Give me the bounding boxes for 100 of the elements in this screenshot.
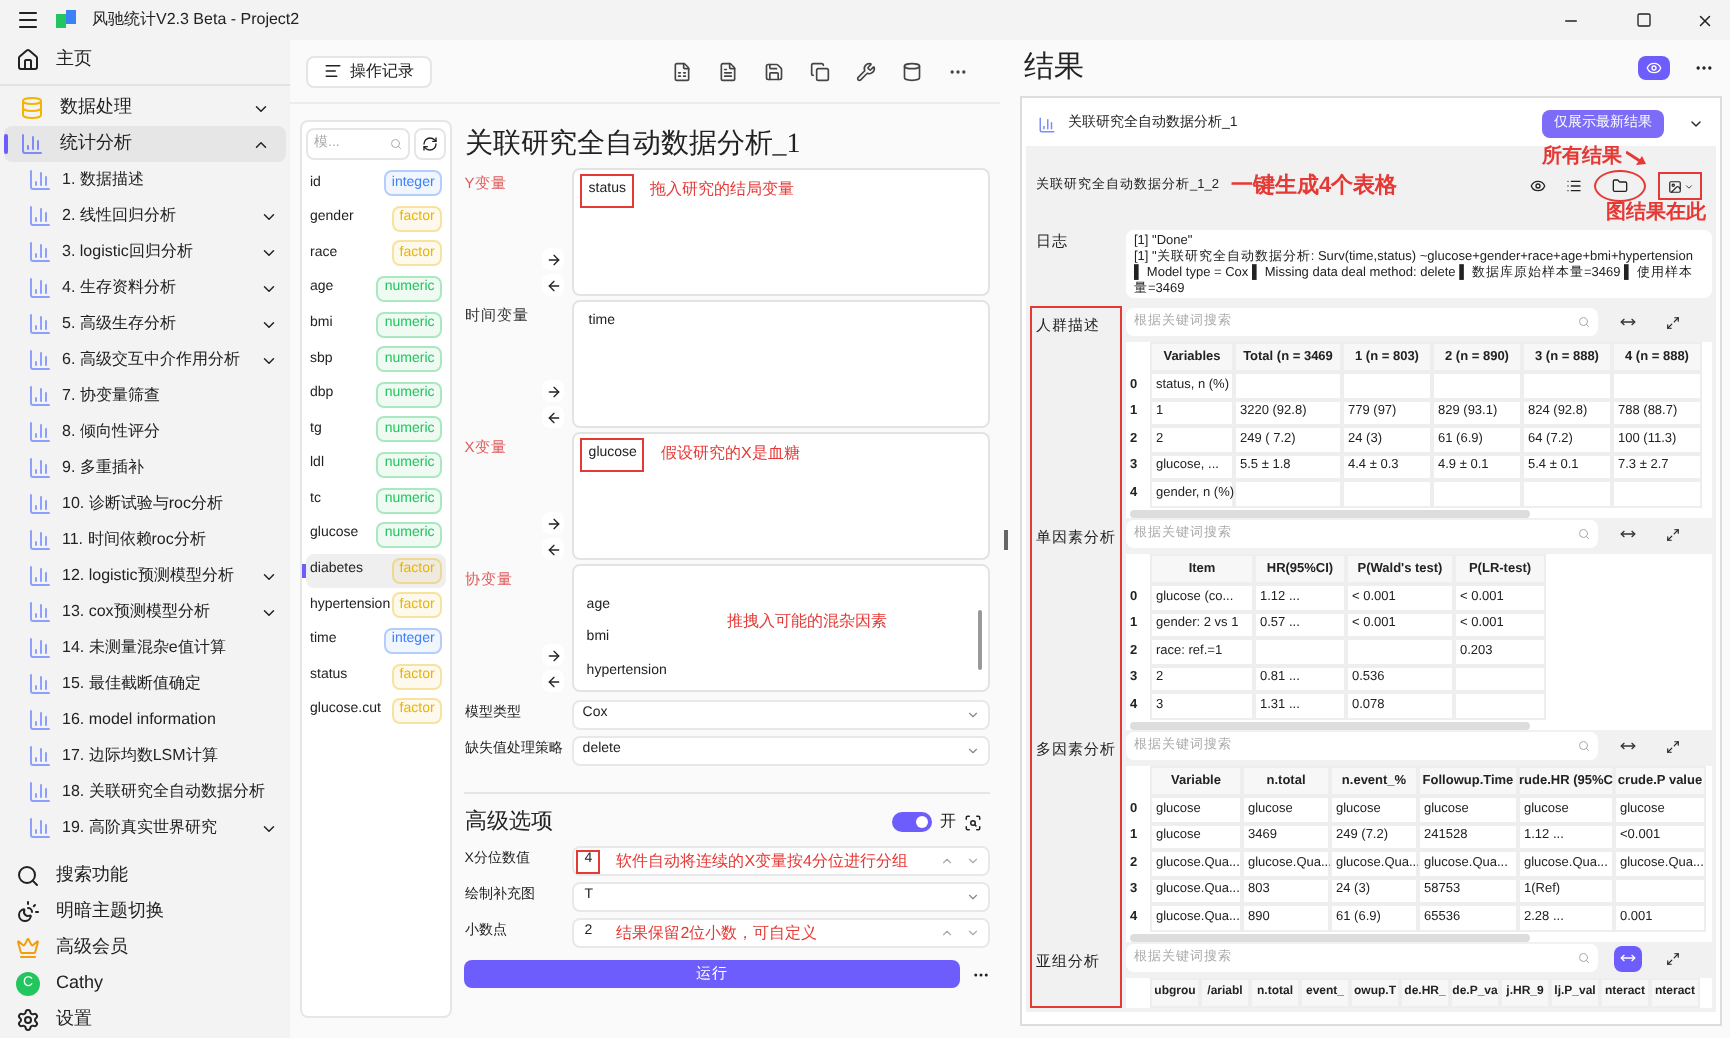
move-left-button[interactable] bbox=[542, 274, 565, 296]
window-title: 风驰统计V2.3 Beta - Project2 bbox=[92, 8, 300, 32]
sidebar-subitem[interactable]: 4. 生存资料分析 bbox=[0, 270, 290, 306]
eye-icon[interactable] bbox=[1530, 178, 1546, 194]
sidebar-subitem[interactable]: 17. 边际均数LSM计算 bbox=[0, 738, 290, 774]
spreadsheet-icon[interactable] bbox=[672, 61, 692, 81]
search-icon bbox=[1578, 740, 1590, 752]
arrow-right-icon bbox=[545, 515, 562, 531]
sidebar-item[interactable]: 数据处理 bbox=[4, 90, 286, 126]
bar-chart-icon bbox=[28, 780, 52, 804]
sidebar-subitem[interactable]: 14. 未测量混杂e值计算 bbox=[0, 630, 290, 666]
bar-chart-icon bbox=[28, 564, 52, 588]
bar-chart-icon bbox=[28, 384, 52, 408]
theme-icon bbox=[16, 900, 40, 924]
history-button[interactable]: 操作记录 bbox=[306, 55, 432, 87]
chevron-down-icon bbox=[966, 890, 980, 904]
eye-button[interactable] bbox=[1638, 56, 1670, 80]
sidebar-bottom-item[interactable]: 搜索功能 bbox=[0, 858, 290, 894]
swap-icon bbox=[1620, 526, 1636, 542]
bar-chart-icon bbox=[28, 312, 52, 336]
move-left-button[interactable] bbox=[542, 406, 565, 428]
move-right-button[interactable] bbox=[542, 512, 565, 534]
wrench-icon[interactable] bbox=[856, 61, 876, 81]
expand-icon[interactable] bbox=[1666, 527, 1680, 541]
annotation-text: 拖入研究的结局变量 bbox=[649, 178, 794, 203]
swap-button[interactable] bbox=[1614, 945, 1642, 971]
bar-chart-icon bbox=[28, 456, 52, 480]
maximize-icon[interactable] bbox=[1636, 12, 1652, 28]
list-icon bbox=[324, 62, 342, 80]
sidebar-bottom-item[interactable]: 高级会员 bbox=[0, 930, 290, 966]
move-left-button[interactable] bbox=[542, 538, 565, 560]
bar-chart-icon bbox=[1038, 115, 1056, 133]
search-icon bbox=[1578, 316, 1590, 328]
sidebar-subitem[interactable]: 13. cox预测模型分析 bbox=[0, 594, 290, 630]
chevron-down-icon[interactable] bbox=[1688, 116, 1704, 132]
results-title: 结果 bbox=[1024, 49, 1086, 88]
database-icon bbox=[20, 96, 44, 120]
sidebar-subitem[interactable]: 3. logistic回归分析 bbox=[0, 234, 290, 270]
search-icon bbox=[390, 138, 403, 150]
menu-icon[interactable] bbox=[16, 8, 40, 32]
sidebar-subitem[interactable]: 6. 高级交互中介作用分析 bbox=[0, 342, 290, 378]
cylinder-icon[interactable] bbox=[902, 61, 922, 81]
sidebar-subitem[interactable]: 5. 高级生存分析 bbox=[0, 306, 290, 342]
table-cell bbox=[1432, 480, 1522, 507]
annotation-text: 假设研究的X是血糖 bbox=[660, 442, 800, 467]
sidebar-bottom-item[interactable]: 明暗主题切换 bbox=[0, 894, 290, 930]
bar-chart-icon bbox=[20, 132, 44, 156]
bar-chart-icon bbox=[28, 600, 52, 624]
chevron-down-icon bbox=[966, 708, 980, 722]
document-icon[interactable] bbox=[718, 61, 738, 81]
move-right-button[interactable] bbox=[542, 248, 565, 270]
list-icon[interactable] bbox=[1566, 178, 1582, 194]
arrow-right-icon bbox=[545, 647, 562, 663]
sidebar-subitem[interactable]: 9. 多重插补 bbox=[0, 450, 290, 486]
bar-chart-icon bbox=[28, 636, 52, 660]
sidebar-subitem[interactable]: 8. 倾向性评分 bbox=[0, 414, 290, 450]
chevron-down-icon bbox=[1683, 181, 1693, 191]
sidebar-subitem[interactable]: 18. 关联研究全自动数据分析 bbox=[0, 774, 290, 810]
sidebar-subitem[interactable]: 10. 诊断试验与roc分析 bbox=[0, 486, 290, 522]
bar-chart-icon bbox=[28, 276, 52, 300]
close-icon[interactable] bbox=[1696, 11, 1714, 29]
figure-button[interactable] bbox=[1658, 172, 1702, 200]
refresh-button[interactable] bbox=[414, 128, 447, 160]
annotation-text: 所有结果 bbox=[1542, 146, 1622, 170]
sidebar-item[interactable]: 统计分析 bbox=[4, 126, 286, 162]
scrollbar bbox=[978, 610, 982, 670]
save-icon[interactable] bbox=[764, 61, 784, 81]
sidebar-subitem[interactable]: 19. 高阶真实世界研究 bbox=[0, 810, 290, 846]
sidebar-subitem[interactable]: 1. 数据描述 bbox=[0, 162, 290, 198]
scan-icon[interactable] bbox=[964, 813, 982, 831]
expand-icon[interactable] bbox=[1666, 315, 1680, 329]
arrow-left-icon bbox=[545, 409, 562, 425]
sidebar-subitem[interactable]: 12. logistic预测模型分析 bbox=[0, 558, 290, 594]
bar-chart-icon bbox=[28, 744, 52, 768]
sidebar-bottom-item[interactable]: 设置 bbox=[0, 1002, 290, 1038]
toggle-switch[interactable] bbox=[892, 812, 932, 832]
sidebar-subitem[interactable]: 11. 时间依赖roc分析 bbox=[0, 522, 290, 558]
sidebar-subitem[interactable]: 15. 最佳截断值确定 bbox=[0, 666, 290, 702]
sidebar-subitem[interactable]: 2. 线性回归分析 bbox=[0, 198, 290, 234]
folder-icon[interactable] bbox=[1612, 178, 1628, 194]
expand-icon[interactable] bbox=[1666, 739, 1680, 753]
arrow-right-icon bbox=[545, 383, 562, 399]
bar-chart-icon bbox=[28, 492, 52, 516]
move-right-button[interactable] bbox=[542, 380, 565, 402]
move-right-button[interactable] bbox=[542, 644, 565, 666]
home-item[interactable]: 主页 bbox=[0, 40, 290, 80]
annotation-text: 软件自动将连续的X变量按4分位进行分组 bbox=[616, 849, 908, 873]
search-icon bbox=[16, 864, 40, 888]
table-cell bbox=[1522, 480, 1612, 507]
bar-chart-icon bbox=[28, 204, 52, 228]
copy-icon[interactable] bbox=[810, 61, 830, 81]
bar-chart-icon bbox=[28, 420, 52, 444]
toggle-label: 开 bbox=[940, 810, 956, 834]
move-left-button[interactable] bbox=[542, 670, 565, 692]
sidebar-subitem[interactable]: 7. 协变量筛查 bbox=[0, 378, 290, 414]
expand-icon[interactable] bbox=[1666, 951, 1680, 965]
table-cell bbox=[1454, 692, 1546, 719]
sidebar-subitem[interactable]: 16. model information bbox=[0, 702, 290, 738]
annotation-arrow bbox=[1626, 150, 1646, 166]
annotation-text: 结果保留2位小数，可自定义 bbox=[616, 921, 818, 945]
